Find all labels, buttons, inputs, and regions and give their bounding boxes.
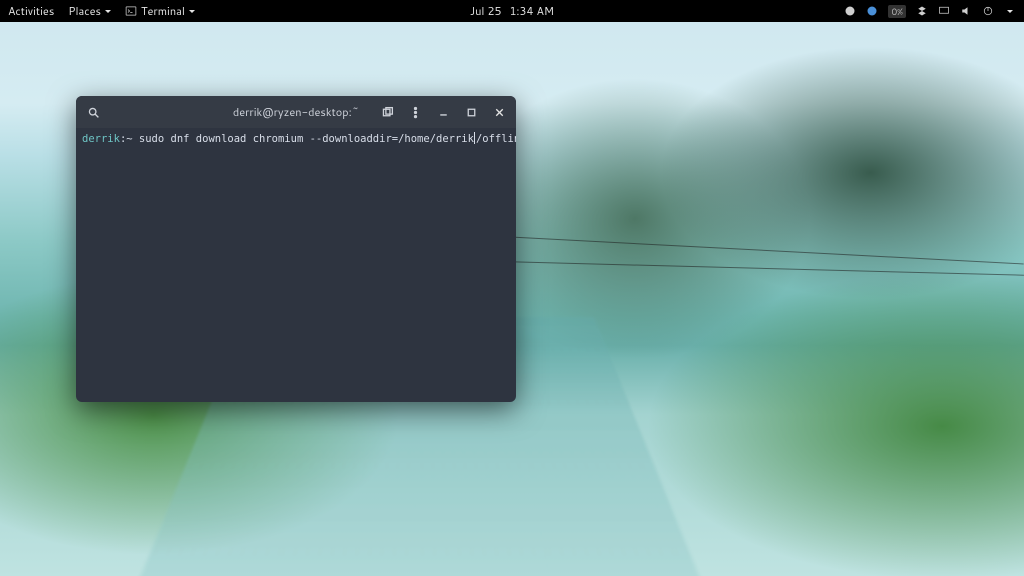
date-label: Jul 25 [470,3,501,19]
kebab-menu-icon [409,106,422,119]
discord-icon[interactable] [844,5,856,17]
keyboard-icon[interactable] [866,5,878,17]
search-icon [87,106,100,119]
menu-button[interactable] [404,101,426,123]
maximize-icon [465,106,478,119]
prompt-user: derrik [82,133,120,145]
screen-icon[interactable] [938,5,950,17]
terminal-title: derrik@ryzen-desktop:~ [233,104,359,120]
maximize-button[interactable] [460,101,482,123]
app-menu-label: Terminal [141,3,185,19]
activities-label: Activities [8,3,54,19]
clock[interactable]: Jul 25 1:34 AM [470,3,554,19]
minimize-button[interactable] [432,101,454,123]
search-button[interactable] [82,101,104,123]
command-text-after: /offline-apps [476,133,516,145]
minimize-icon [437,106,450,119]
volume-icon[interactable] [960,5,972,17]
new-tab-icon [381,106,394,119]
battery-percent-badge[interactable]: 0% [888,5,906,18]
dropbox-icon[interactable] [916,5,928,17]
app-menu[interactable]: Terminal [125,3,195,19]
close-button[interactable] [488,101,510,123]
places-menu[interactable]: Places [68,3,111,19]
terminal-body[interactable]: derrik:~ sudo dnf download chromium --do… [76,128,516,402]
prompt-path: :~ [120,133,139,145]
new-tab-button[interactable] [376,101,398,123]
system-menu-chevron-icon[interactable] [1004,5,1016,17]
close-icon [493,106,506,119]
power-icon[interactable] [982,5,994,17]
terminal-titlebar[interactable]: derrik@ryzen-desktop:~ [76,96,516,128]
command-text-before: sudo dnf download chromium --downloaddir… [139,133,474,145]
activities-button[interactable]: Activities [8,3,54,19]
places-label: Places [68,3,101,19]
terminal-icon [125,5,137,17]
time-label: 1:34 AM [509,3,554,19]
gnome-top-bar: Activities Places Terminal Jul 25 1:34 A… [0,0,1024,22]
terminal-window: derrik@ryzen-desktop:~ derrik:~ sudo dnf… [76,96,516,402]
